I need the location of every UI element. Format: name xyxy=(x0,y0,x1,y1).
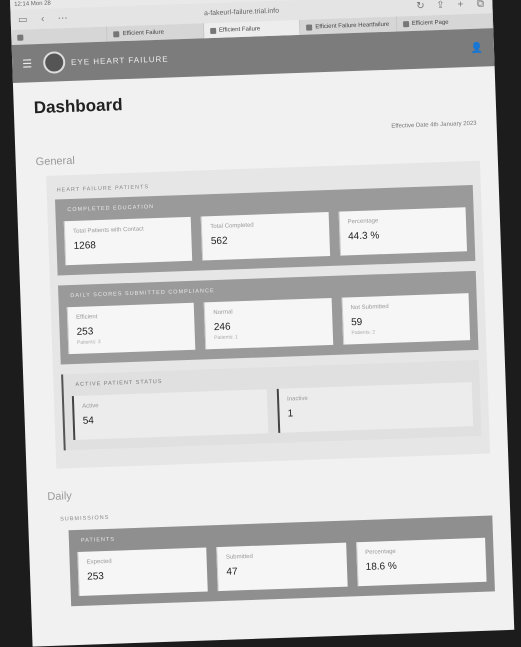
favicon-icon xyxy=(113,30,120,37)
stat-card: Total Patients with Contact 1268 xyxy=(63,216,193,266)
app-logo xyxy=(42,51,66,74)
menu-icon[interactable]: ☰ xyxy=(22,57,33,70)
heart-failure-panel: HEART FAILURE PATIENTS COMPLETED EDUCATI… xyxy=(46,160,491,469)
favicon-icon xyxy=(402,20,409,27)
sidebar-toggle-icon[interactable]: ▭ xyxy=(17,14,29,25)
stat-card: Normal 246 Patients: 1 xyxy=(204,297,333,350)
daily-scores-group: DAILY SCORES SUBMITTED COMPLIANCE Effici… xyxy=(57,270,479,365)
stat-label: Active xyxy=(82,403,99,410)
page-title: Dashboard xyxy=(33,95,123,118)
stat-label: Efficient xyxy=(76,314,98,321)
stat-value: 1 xyxy=(287,408,294,420)
stat-value: 47 xyxy=(226,566,238,578)
daily-patients-group: PATIENTS Expected 253 Submitted 47 Perce… xyxy=(68,515,495,607)
favicon-icon xyxy=(306,23,313,31)
stat-card: Percentage 18.6 % xyxy=(355,537,487,587)
tabs-icon[interactable]: ⧉ xyxy=(474,0,486,9)
browser-window: 12:14 Mon 28 ▭ ‹ ⋯ a-fakeurl-failure.tri… xyxy=(10,0,515,647)
stat-label: Percentage xyxy=(365,548,396,556)
stat-label: Normal xyxy=(213,309,233,317)
stat-label: Not Submitted xyxy=(350,303,389,312)
stat-value: 18.6 % xyxy=(365,560,397,573)
stat-card: Submitted 47 xyxy=(216,542,348,592)
share-icon[interactable]: ⇪ xyxy=(434,0,446,11)
app-title: EYE HEART FAILURE xyxy=(70,54,169,67)
favicon-icon xyxy=(209,27,217,34)
effective-date: Effective Date 4th January 2023 xyxy=(391,120,477,130)
stat-sub: Patients: 1 xyxy=(214,334,238,342)
user-icon[interactable]: 👤 xyxy=(470,42,484,53)
stat-value: 44.3 % xyxy=(347,230,380,243)
stat-sub: Patients: 2 xyxy=(351,329,376,337)
daily-section-title: Daily xyxy=(47,490,73,503)
stat-card: Inactive 1 xyxy=(276,382,474,433)
stat-label: Total Patients with Contact xyxy=(73,226,144,235)
stat-card: Expected 253 xyxy=(77,547,209,596)
reload-icon[interactable]: ↻ xyxy=(414,0,426,11)
stat-sub: Patients: 3 xyxy=(76,339,101,346)
active-patient-status-group: ACTIVE PATIENT STATUS Active 54 Inactive… xyxy=(61,359,482,451)
stat-label: Total Completed xyxy=(210,222,254,231)
favicon-icon xyxy=(17,34,24,41)
stat-value: 54 xyxy=(82,415,95,427)
stat-card: Efficient 253 Patients: 3 xyxy=(66,302,196,355)
stat-card: Active 54 xyxy=(71,389,269,441)
tab-overview-icon[interactable]: ⋯ xyxy=(56,12,68,24)
stat-card: Total Completed 562 xyxy=(200,212,330,261)
completed-education-group: COMPLETED EDUCATION Total Patients with … xyxy=(54,184,476,276)
stat-label: Submitted xyxy=(225,553,254,561)
stat-value: 253 xyxy=(86,571,105,583)
stat-label: Percentage xyxy=(347,218,379,226)
stat-value: 562 xyxy=(210,235,228,248)
back-icon[interactable]: ‹ xyxy=(36,13,48,24)
new-tab-icon[interactable]: + xyxy=(454,0,466,10)
stat-card: Not Submitted 59 Patients: 2 xyxy=(341,293,471,345)
stat-label: Inactive xyxy=(287,395,308,403)
status-time: 12:14 Mon 28 xyxy=(14,0,51,8)
main-content: Dashboard Effective Date 4th January 202… xyxy=(13,82,512,608)
stat-card: Percentage 44.3 % xyxy=(338,207,468,256)
stat-label: Expected xyxy=(86,558,112,566)
stat-value: 1268 xyxy=(73,240,97,252)
